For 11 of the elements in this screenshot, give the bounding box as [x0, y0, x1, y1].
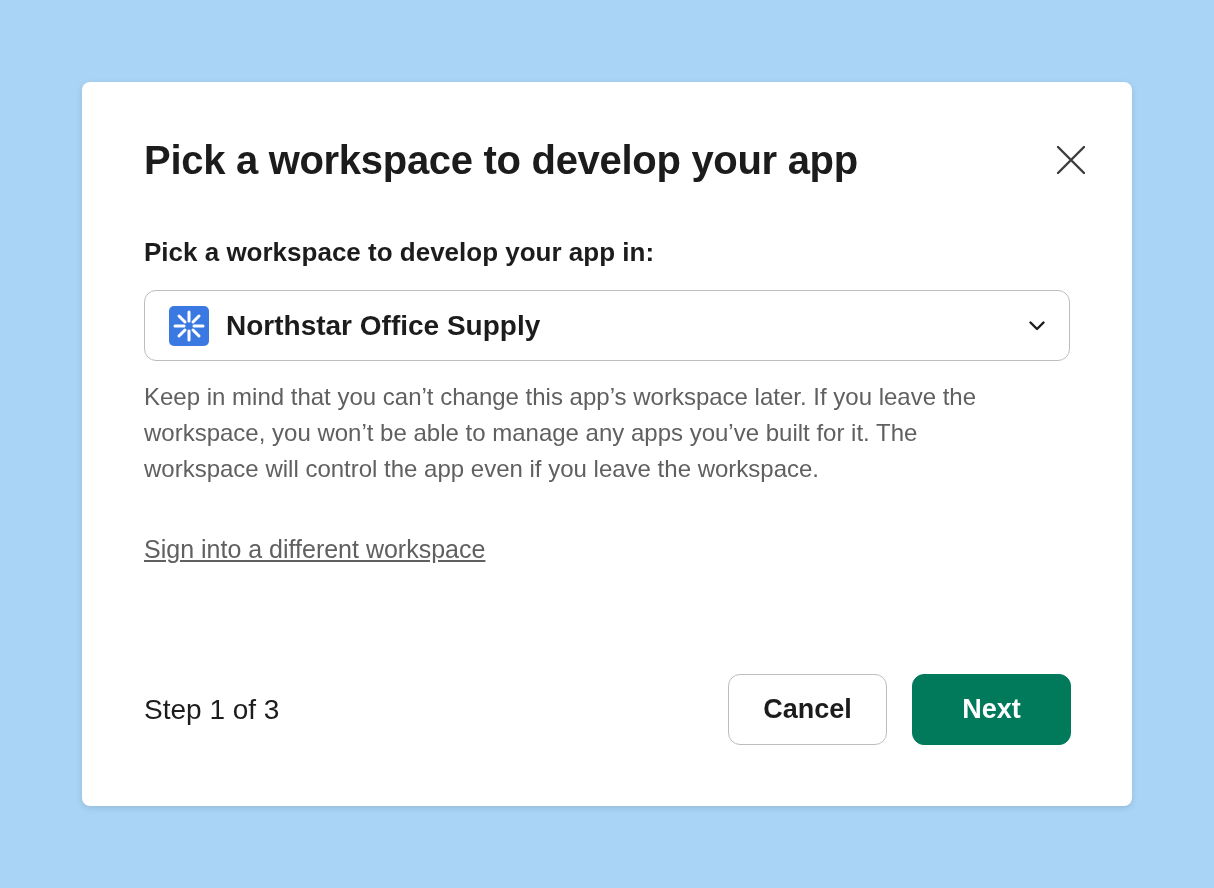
field-label: Pick a workspace to develop your app in:: [144, 237, 656, 268]
dialog-title: Pick a workspace to develop your app: [144, 137, 858, 183]
chevron-down-icon: [1029, 320, 1045, 331]
workspace-logo-icon: [169, 305, 209, 346]
cancel-button[interactable]: Cancel: [728, 674, 887, 745]
help-text: Keep in mind that you can’t change this app’s workspace later. If you leave the workspace, you won’t be able to manage any apps you’ve built for it. The workspace will control the app even if you leave the workspace.: [144, 382, 978, 484]
step-indicator: Step 1 of 3: [144, 693, 280, 726]
workspace-select[interactable]: Northstar Office Supply: [144, 290, 1070, 361]
next-button[interactable]: Next: [912, 674, 1071, 745]
sign-in-link[interactable]: Sign into a different workspace: [144, 535, 486, 564]
close-icon: [1057, 146, 1085, 174]
